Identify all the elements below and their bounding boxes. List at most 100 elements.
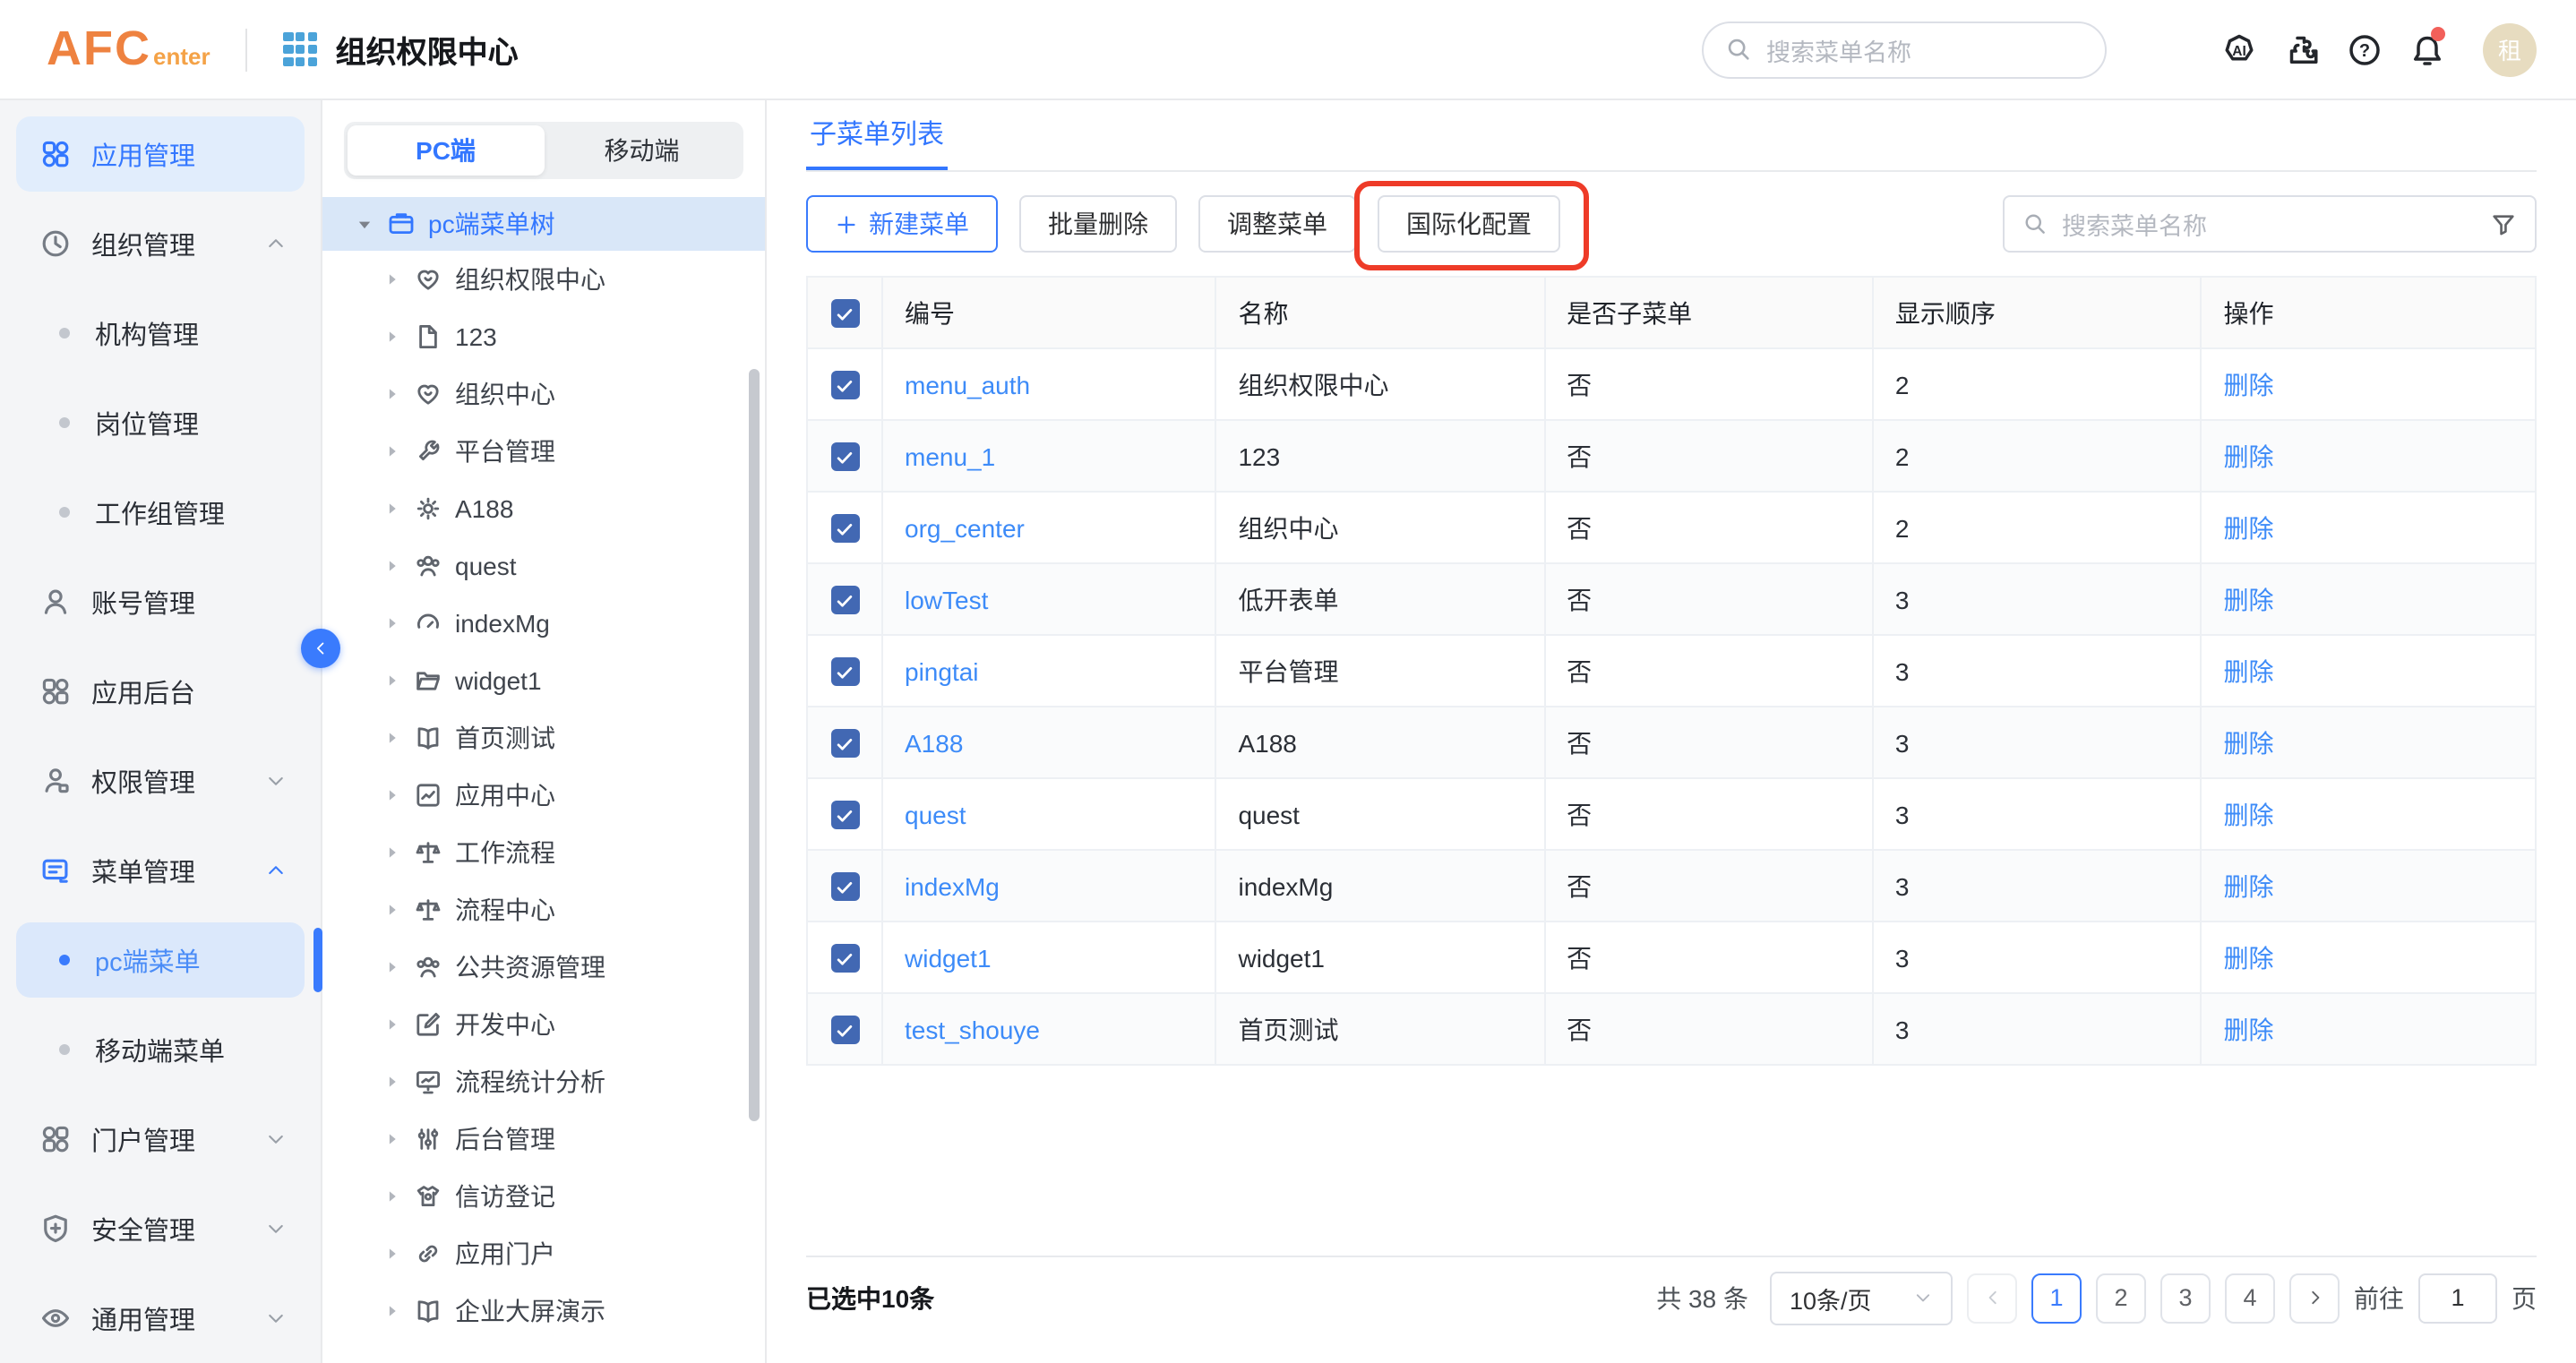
row-checkbox[interactable] (830, 1016, 859, 1044)
filter-funnel-icon[interactable] (2490, 210, 2517, 237)
sidebar-item-label: 账号管理 (91, 583, 195, 621)
prev-page-button[interactable] (1967, 1273, 2017, 1323)
tree-node-平台管理[interactable]: 平台管理 (344, 423, 743, 480)
row-code-link[interactable]: quest (905, 800, 966, 828)
row-code-link[interactable]: A188 (905, 728, 963, 757)
page-button-1[interactable]: 1 (2031, 1273, 2082, 1323)
delete-row-link[interactable]: 删除 (2224, 728, 2274, 757)
tree-scrollbar[interactable] (749, 369, 760, 1121)
row-code-link[interactable]: indexMg (905, 871, 1000, 900)
chevron-down-icon (265, 1307, 287, 1329)
delete-row-link[interactable]: 删除 (2224, 513, 2274, 542)
row-checkbox[interactable] (830, 872, 859, 901)
tree-node-公共资源管理[interactable]: 公共资源管理 (344, 939, 743, 996)
caret-down-icon (355, 214, 374, 234)
sidebar-item-权限管理[interactable]: 权限管理 (16, 743, 305, 819)
sidebar-item-安全管理[interactable]: 安全管理 (16, 1191, 305, 1266)
row-code-link[interactable]: pingtai (905, 656, 979, 685)
tree-node-流程统计分析[interactable]: 流程统计分析 (344, 1053, 743, 1110)
sidebar-item-账号管理[interactable]: 账号管理 (16, 564, 305, 639)
row-code-link[interactable]: org_center (905, 513, 1025, 542)
sidebar-item-菜单管理[interactable]: 菜单管理 (16, 833, 305, 908)
tree-node-信访登记[interactable]: 信访登记 (344, 1168, 743, 1225)
tree-node-应用中心[interactable]: 应用中心 (344, 767, 743, 824)
delete-row-link[interactable]: 删除 (2224, 1015, 2274, 1043)
row-checkbox[interactable] (830, 442, 859, 471)
help-icon[interactable]: ? (2347, 31, 2383, 67)
platform-tab-移动端[interactable]: 移动端 (544, 125, 740, 176)
row-checkbox[interactable] (830, 657, 859, 686)
tree-node-开发中心[interactable]: 开发中心 (344, 996, 743, 1053)
next-page-button[interactable] (2289, 1273, 2340, 1323)
delete-row-link[interactable]: 删除 (2224, 585, 2274, 613)
goto-page-input[interactable] (2418, 1273, 2497, 1323)
delete-row-link[interactable]: 删除 (2224, 370, 2274, 399)
row-code-link[interactable]: widget1 (905, 943, 992, 972)
delete-row-link[interactable]: 删除 (2224, 871, 2274, 900)
tree-root-node[interactable]: pc端菜单树 (322, 197, 765, 251)
page-button-4[interactable]: 4 (2225, 1273, 2275, 1323)
tree-node-企业大屏演示[interactable]: 企业大屏演示 (344, 1282, 743, 1340)
delete-row-link[interactable]: 删除 (2224, 656, 2274, 685)
row-checkbox[interactable] (830, 944, 859, 973)
tree-node-indexMg[interactable]: indexMg (344, 595, 743, 652)
tree-node-123[interactable]: 123 (344, 308, 743, 365)
row-checkbox[interactable] (830, 371, 859, 399)
i18n-config-button[interactable]: 国际化配置 (1378, 195, 1560, 253)
plugin-icon[interactable] (2284, 31, 2320, 67)
table-search-input[interactable]: 搜索菜单名称 (2003, 195, 2537, 253)
sidebar-collapse-button[interactable] (301, 629, 340, 668)
tree-node-A188[interactable]: A188 (344, 480, 743, 537)
user-avatar[interactable]: 租 (2483, 22, 2537, 76)
sidebar-item-岗位管理[interactable]: 岗位管理 (16, 385, 305, 460)
row-code-link[interactable]: menu_auth (905, 370, 1030, 399)
tree-node-首页测试[interactable]: 首页测试 (344, 709, 743, 767)
row-name: quest (1238, 800, 1300, 828)
row-code-link[interactable]: menu_1 (905, 441, 995, 470)
ai-assistant-icon[interactable]: AI (2221, 31, 2257, 67)
page-button-3[interactable]: 3 (2160, 1273, 2211, 1323)
delete-row-link[interactable]: 删除 (2224, 800, 2274, 828)
row-checkbox[interactable] (830, 729, 859, 758)
tree-node-组织中心[interactable]: 组织中心 (344, 365, 743, 423)
tab-submenu-list[interactable]: 子菜单列表 (806, 100, 948, 170)
delete-row-link[interactable]: 删除 (2224, 441, 2274, 470)
notification-bell-icon[interactable] (2409, 31, 2445, 67)
row-code-link[interactable]: test_shouye (905, 1015, 1040, 1043)
chart-icon (414, 781, 442, 810)
user-lock-icon (39, 765, 72, 797)
chevron-down-icon (265, 1218, 287, 1239)
global-search-input[interactable]: 搜索菜单名称 (1702, 21, 2107, 78)
row-checkbox[interactable] (830, 514, 859, 543)
new-menu-button[interactable]: 新建菜单 (806, 195, 998, 253)
sidebar-item-应用后台[interactable]: 应用后台 (16, 654, 305, 729)
sidebar-item-应用管理[interactable]: 应用管理 (16, 116, 305, 192)
sidebar-item-门户管理[interactable]: 门户管理 (16, 1102, 305, 1177)
tree-node-后台管理[interactable]: 后台管理 (344, 1110, 743, 1168)
sidebar-item-移动端菜单[interactable]: 移动端菜单 (16, 1012, 305, 1087)
delete-row-link[interactable]: 删除 (2224, 943, 2274, 972)
sidebar-item-工作组管理[interactable]: 工作组管理 (16, 475, 305, 550)
row-code-link[interactable]: lowTest (905, 585, 988, 613)
brand-logo[interactable]: AFC enter (47, 21, 210, 77)
tree-node-widget1[interactable]: widget1 (344, 652, 743, 709)
adjust-menu-button[interactable]: 调整菜单 (1198, 195, 1356, 253)
main-content: 子菜单列表 新建菜单 批量删除 调整菜单 国际化配置 搜索菜单名称 (767, 100, 2576, 1363)
select-all-checkbox[interactable] (830, 299, 859, 328)
top-bar: AFC enter 组织权限中心 搜索菜单名称 AI ? 租 (0, 0, 2576, 100)
tree-node-工作流程[interactable]: 工作流程 (344, 824, 743, 881)
tree-node-流程中心[interactable]: 流程中心 (344, 881, 743, 939)
tree-node-应用门户[interactable]: 应用门户 (344, 1225, 743, 1282)
row-checkbox[interactable] (830, 586, 859, 614)
tree-node-quest[interactable]: quest (344, 537, 743, 595)
sidebar-item-通用管理[interactable]: 通用管理 (16, 1281, 305, 1356)
row-checkbox[interactable] (830, 801, 859, 829)
sidebar-item-pc端菜单[interactable]: pc端菜单 (16, 922, 305, 998)
page-size-select[interactable]: 10条/页 (1770, 1271, 1953, 1324)
batch-delete-button[interactable]: 批量删除 (1019, 195, 1177, 253)
sidebar-item-机构管理[interactable]: 机构管理 (16, 296, 305, 371)
page-button-2[interactable]: 2 (2096, 1273, 2146, 1323)
platform-tab-PC端[interactable]: PC端 (348, 125, 544, 176)
sidebar-item-组织管理[interactable]: 组织管理 (16, 206, 305, 281)
tree-node-组织权限中心[interactable]: 组织权限中心 (344, 251, 743, 308)
